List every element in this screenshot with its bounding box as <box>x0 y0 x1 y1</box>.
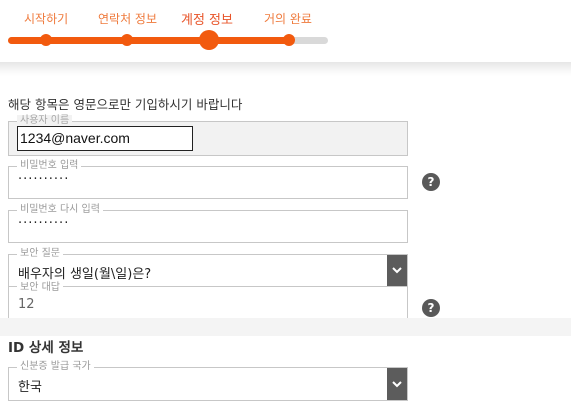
password-confirm-input[interactable]: ·········· <box>18 216 69 231</box>
step-dot-account-current <box>199 30 219 50</box>
step-label-almost-done: 거의 완료 <box>264 12 312 26</box>
issuing-country-select[interactable]: 신분증 발급 국가 한국 <box>8 361 408 401</box>
security-answer-label: 보안 대답 <box>17 282 63 294</box>
password-label: 비밀번호 입력 <box>17 160 82 172</box>
step-label-account[interactable]: 계정 정보 <box>181 9 233 28</box>
step-dot-start[interactable] <box>40 34 52 46</box>
step-dot-contact[interactable] <box>121 34 133 46</box>
password-input[interactable]: ·········· <box>18 172 69 187</box>
issuing-country-value: 한국 <box>18 380 42 395</box>
section-band <box>0 318 571 336</box>
progress-stepper: 시작하기 연락처 정보 계정 정보 거의 완료 <box>0 0 571 66</box>
password-field[interactable]: 비밀번호 입력 ·········· <box>8 160 408 199</box>
step-dot-almost-done <box>283 34 295 46</box>
security-answer-help-icon[interactable]: ? <box>422 299 440 317</box>
chevron-down-icon[interactable] <box>387 255 407 286</box>
security-answer-input[interactable]: 12 <box>18 297 35 312</box>
english-only-instruction: 해당 항목은 영문으로만 기입하시기 바랍니다 <box>8 97 243 112</box>
chevron-down-icon[interactable] <box>387 368 407 400</box>
password-confirm-field[interactable]: 비밀번호 다시 입력 ·········· <box>8 204 408 243</box>
step-label-contact[interactable]: 연락처 정보 <box>98 10 157 27</box>
password-help-icon[interactable]: ? <box>422 173 440 191</box>
id-details-title: ID 상세 정보 <box>8 340 84 356</box>
username-input[interactable]: 1234@naver.com <box>17 126 193 151</box>
issuing-country-label: 신분증 발급 국가 <box>17 361 94 373</box>
step-label-start[interactable]: 시작하기 <box>24 10 68 27</box>
username-field: 사용자 이름 1234@naver.com <box>8 115 408 156</box>
security-question-select[interactable]: 보안 질문 배우자의 생일(월\일)은? <box>8 248 408 287</box>
security-question-label: 보안 질문 <box>17 248 63 260</box>
header-divider <box>0 62 571 76</box>
security-question-value: 배우자의 생일(월\일)은? <box>18 267 152 282</box>
security-answer-field[interactable]: 보안 대답 12 <box>8 282 408 321</box>
password-confirm-label: 비밀번호 다시 입력 <box>17 204 103 216</box>
